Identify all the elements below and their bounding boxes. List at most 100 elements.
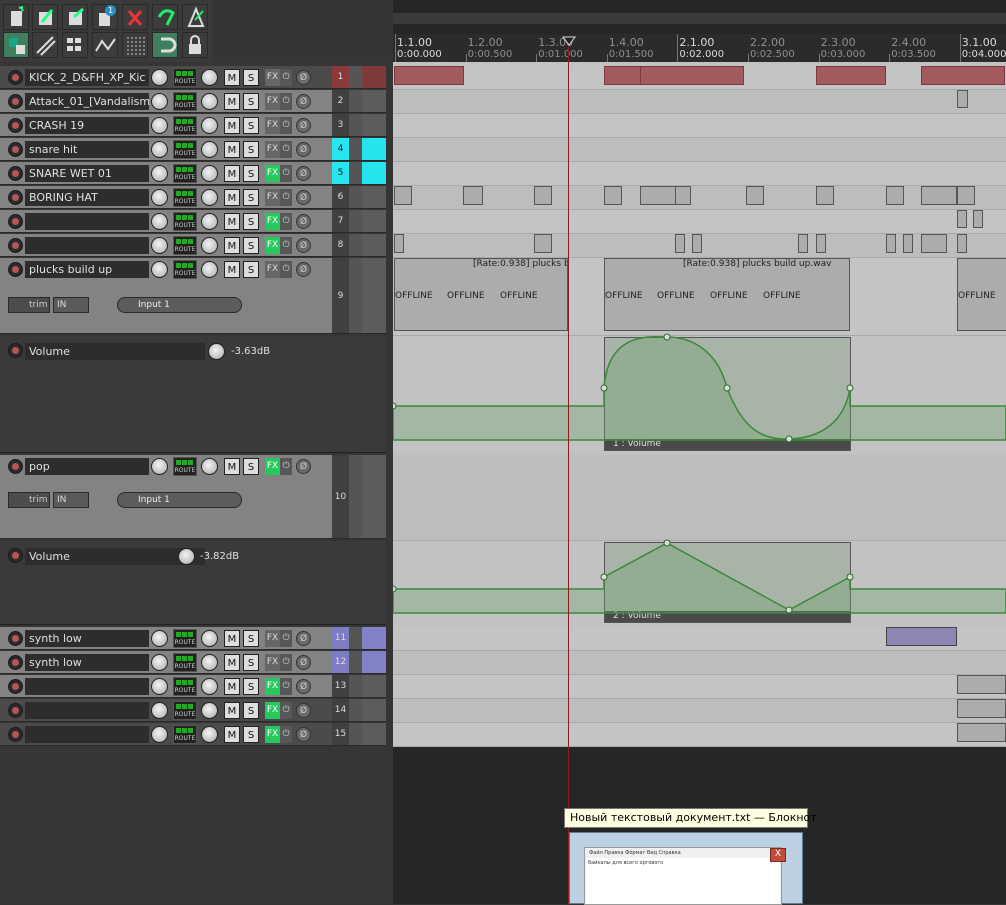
fx-bypass-icon[interactable]: ⏻ bbox=[280, 117, 292, 134]
fx-bypass-icon[interactable]: ⏻ bbox=[280, 165, 292, 182]
solo-button[interactable]: S bbox=[243, 189, 259, 206]
solo-button[interactable]: S bbox=[243, 678, 259, 695]
trim-button[interactable]: trim bbox=[8, 297, 50, 313]
track-name-1[interactable]: KICK_2_D&FH_XP_Kic bbox=[25, 69, 149, 86]
record-arm-button[interactable] bbox=[8, 142, 23, 157]
undo-icon[interactable] bbox=[122, 4, 148, 30]
volume-knob[interactable] bbox=[151, 702, 168, 719]
track-panel-6[interactable]: BORING HAT ROUTE M S FX ⏻ Ø bbox=[0, 186, 332, 209]
input-monitor-button[interactable]: IN bbox=[53, 492, 89, 508]
volume-knob[interactable] bbox=[151, 93, 168, 110]
fx-bypass-icon[interactable]: ⏻ bbox=[280, 69, 292, 86]
envelope-volume-knob[interactable] bbox=[208, 343, 225, 360]
record-arm-button[interactable] bbox=[8, 214, 23, 229]
phase-icon[interactable]: Ø bbox=[296, 262, 311, 277]
fx-button[interactable]: FX bbox=[265, 458, 280, 475]
phase-icon[interactable]: Ø bbox=[296, 70, 311, 85]
fx-bypass-icon[interactable]: ⏻ bbox=[280, 141, 292, 158]
route-button[interactable]: ROUTE bbox=[173, 701, 197, 720]
pan-knob[interactable] bbox=[201, 726, 218, 743]
fx-button[interactable]: FX bbox=[265, 702, 280, 719]
track-name-4[interactable]: snare hit bbox=[25, 141, 149, 158]
envelope-point[interactable] bbox=[663, 539, 671, 547]
record-arm-button[interactable] bbox=[8, 94, 23, 109]
solo-button[interactable]: S bbox=[243, 726, 259, 743]
arrange-view[interactable]: 1.1.00 0:00.000 1.2.00 0:00.500 1.3.00 0:01.0… bbox=[393, 0, 1006, 904]
mute-button[interactable]: M bbox=[224, 141, 240, 158]
track-panel-8[interactable]: ROUTE M S FX ⏻ Ø bbox=[0, 234, 332, 257]
pan-knob[interactable] bbox=[201, 630, 218, 647]
fx-button[interactable]: FX bbox=[265, 141, 280, 158]
volume-knob[interactable] bbox=[151, 213, 168, 230]
track-panel-14[interactable]: ROUTE M S FX ⏻ Ø bbox=[0, 699, 332, 722]
fx-button[interactable]: FX bbox=[265, 678, 280, 695]
pan-knob[interactable] bbox=[201, 458, 218, 475]
route-button[interactable]: ROUTE bbox=[173, 140, 197, 159]
pan-knob[interactable] bbox=[201, 702, 218, 719]
mute-button[interactable]: M bbox=[224, 630, 240, 647]
track-fx-slot[interactable] bbox=[362, 723, 386, 746]
grid-snap-icon[interactable] bbox=[3, 32, 29, 58]
input-select-dropdown[interactable]: Input 1 bbox=[117, 297, 242, 313]
track-name-7[interactable] bbox=[25, 213, 149, 230]
route-button[interactable]: ROUTE bbox=[173, 164, 197, 183]
mute-button[interactable]: M bbox=[224, 726, 240, 743]
envelope-points-icon[interactable] bbox=[92, 32, 118, 58]
mute-button[interactable]: M bbox=[224, 213, 240, 230]
track-name-5[interactable]: SNARE WET 01 bbox=[25, 165, 149, 182]
track-fx-slot[interactable] bbox=[362, 210, 386, 233]
volume-knob[interactable] bbox=[151, 117, 168, 134]
loop-icon[interactable] bbox=[152, 32, 178, 58]
envelope-point[interactable] bbox=[600, 573, 608, 581]
phase-icon[interactable]: Ø bbox=[296, 118, 311, 133]
route-button[interactable]: ROUTE bbox=[173, 260, 197, 279]
metronome-icon[interactable] bbox=[182, 4, 208, 30]
track-fx-slot[interactable] bbox=[362, 699, 386, 722]
pan-knob[interactable] bbox=[201, 189, 218, 206]
track-name-6[interactable]: BORING HAT bbox=[25, 189, 149, 206]
track-panel-4[interactable]: snare hit ROUTE M S FX ⏻ Ø bbox=[0, 138, 332, 161]
track-panel-12[interactable]: synth low ROUTE M S FX ⏻ Ø bbox=[0, 651, 332, 674]
mute-button[interactable]: M bbox=[224, 117, 240, 134]
volume-knob[interactable] bbox=[151, 69, 168, 86]
phase-icon[interactable]: Ø bbox=[296, 142, 311, 157]
track-panel-13[interactable]: ROUTE M S FX ⏻ Ø bbox=[0, 675, 332, 698]
fx-button[interactable]: FX bbox=[265, 117, 280, 134]
solo-button[interactable]: S bbox=[243, 117, 259, 134]
track-fx-slot[interactable] bbox=[362, 455, 386, 539]
fx-bypass-icon[interactable]: ⏻ bbox=[280, 93, 292, 110]
track-fx-slot[interactable] bbox=[362, 186, 386, 209]
solo-button[interactable]: S bbox=[243, 261, 259, 278]
fx-button[interactable]: FX bbox=[265, 726, 280, 743]
pan-knob[interactable] bbox=[201, 141, 218, 158]
record-arm-button[interactable] bbox=[8, 459, 23, 474]
track-fx-slot[interactable] bbox=[362, 138, 386, 161]
solo-button[interactable]: S bbox=[243, 237, 259, 254]
record-arm-button[interactable] bbox=[8, 166, 23, 181]
mute-button[interactable]: M bbox=[224, 458, 240, 475]
track-name-2[interactable]: Attack_01_[Vandalism bbox=[25, 93, 149, 110]
record-arm-button[interactable] bbox=[8, 238, 23, 253]
track-fx-slot[interactable] bbox=[362, 90, 386, 113]
track-name-3[interactable]: CRASH 19 bbox=[25, 117, 149, 134]
envelope-point[interactable] bbox=[600, 384, 608, 392]
route-button[interactable]: ROUTE bbox=[173, 725, 197, 744]
route-button[interactable]: ROUTE bbox=[173, 188, 197, 207]
track-fx-slot[interactable] bbox=[362, 234, 386, 257]
pan-knob[interactable] bbox=[201, 93, 218, 110]
fx-bypass-icon[interactable]: ⏻ bbox=[280, 726, 292, 743]
volume-knob[interactable] bbox=[151, 654, 168, 671]
route-button[interactable]: ROUTE bbox=[173, 653, 197, 672]
pan-knob[interactable] bbox=[201, 117, 218, 134]
track-name-15[interactable] bbox=[25, 726, 149, 743]
input-monitor-button[interactable]: IN bbox=[53, 297, 89, 313]
record-arm-button[interactable] bbox=[8, 118, 23, 133]
envelope-point[interactable] bbox=[785, 606, 793, 614]
fx-bypass-icon[interactable]: ⏻ bbox=[280, 702, 292, 719]
solo-button[interactable]: S bbox=[243, 69, 259, 86]
phase-icon[interactable]: Ø bbox=[296, 214, 311, 229]
phase-icon[interactable]: Ø bbox=[296, 238, 311, 253]
pan-knob[interactable] bbox=[201, 213, 218, 230]
track-panel-1[interactable]: KICK_2_D&FH_XP_Kic ROUTE M S FX ⏻ Ø bbox=[0, 66, 332, 89]
notepad-close-button[interactable]: X bbox=[770, 848, 786, 862]
